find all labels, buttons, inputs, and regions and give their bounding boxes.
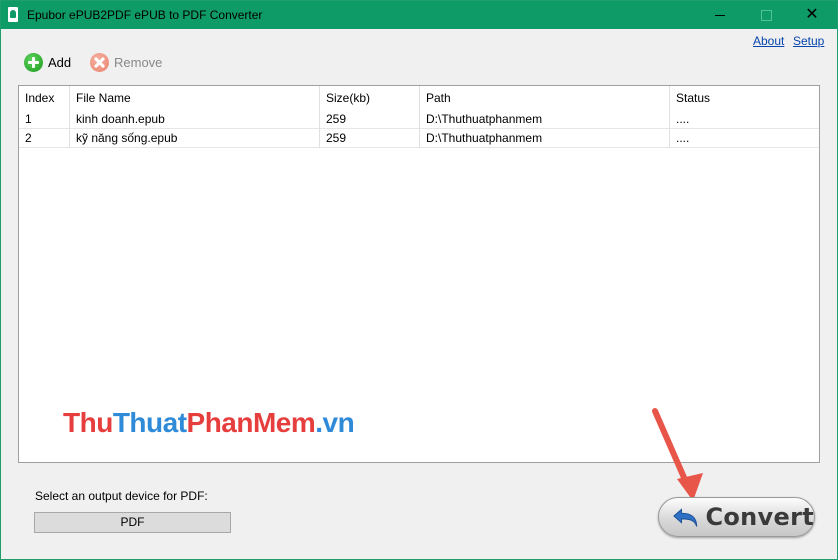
watermark-part: Thu [63, 407, 113, 438]
column-header-index[interactable]: Index [19, 86, 70, 110]
cell-path: D:\Thuthuatphanmem [420, 110, 670, 129]
undo-arrow-icon [673, 508, 698, 527]
cell-size: 259 [320, 129, 420, 148]
add-button-label: Add [48, 54, 72, 70]
convert-button-label: Convert [705, 503, 814, 531]
cell-index: 2 [19, 129, 70, 148]
red-arrow-annotation [652, 408, 703, 501]
app-logo-icon [8, 7, 18, 22]
cell-path: D:\Thuthuatphanmem [420, 129, 670, 148]
cell-size: 259 [320, 110, 420, 129]
title-bar[interactable]: Epubor ePUB2PDF ePUB to PDF Converter ✕ [1, 1, 837, 29]
minimize-button[interactable] [697, 1, 743, 29]
column-header-file-name[interactable]: File Name [70, 86, 320, 110]
close-button[interactable]: ✕ [789, 1, 835, 29]
watermark-part: PhanMem [186, 407, 316, 438]
watermark-part: Thuat [112, 407, 187, 438]
cell-status: .... [670, 129, 819, 148]
cell-index: 1 [19, 110, 70, 129]
column-header-path[interactable]: Path [420, 86, 670, 110]
minimize-icon [715, 14, 725, 16]
cell-status: .... [670, 110, 819, 129]
table-row[interactable]: 1 kinh doanh.epub 259 D:\Thuthuatphanmem… [19, 110, 819, 129]
app-window: Epubor ePUB2PDF ePUB to PDF Converter ✕ … [0, 0, 838, 560]
column-header-status[interactable]: Status [670, 86, 819, 110]
remove-button-label: Remove [114, 54, 163, 70]
add-button[interactable]: Add [24, 51, 71, 73]
about-link[interactable]: About [753, 34, 784, 48]
maximize-icon [760, 9, 772, 21]
list-header: Index File Name Size(kb) Path Status [19, 86, 819, 110]
setup-link[interactable]: Setup [793, 34, 824, 48]
cell-file-name: kỹ năng sống.epub [70, 129, 320, 148]
plus-icon [24, 52, 43, 72]
window-title: Epubor ePUB2PDF ePUB to PDF Converter [27, 8, 263, 22]
cell-file-name: kinh doanh.epub [70, 110, 320, 129]
remove-button[interactable]: Remove [90, 51, 162, 73]
output-device-select[interactable]: PDF [34, 512, 231, 533]
output-device-label: Select an output device for PDF: [35, 489, 208, 503]
watermark: ThuThuatPhanMem.vn [63, 407, 355, 439]
remove-icon [90, 52, 109, 72]
convert-button[interactable]: Convert [658, 497, 815, 537]
watermark-part: .vn [315, 407, 355, 438]
column-header-size[interactable]: Size(kb) [320, 86, 420, 110]
maximize-button[interactable] [743, 1, 789, 29]
table-row[interactable]: 2 kỹ năng sống.epub 259 D:\Thuthuatphanm… [19, 129, 819, 148]
close-icon: ✕ [805, 6, 819, 23]
